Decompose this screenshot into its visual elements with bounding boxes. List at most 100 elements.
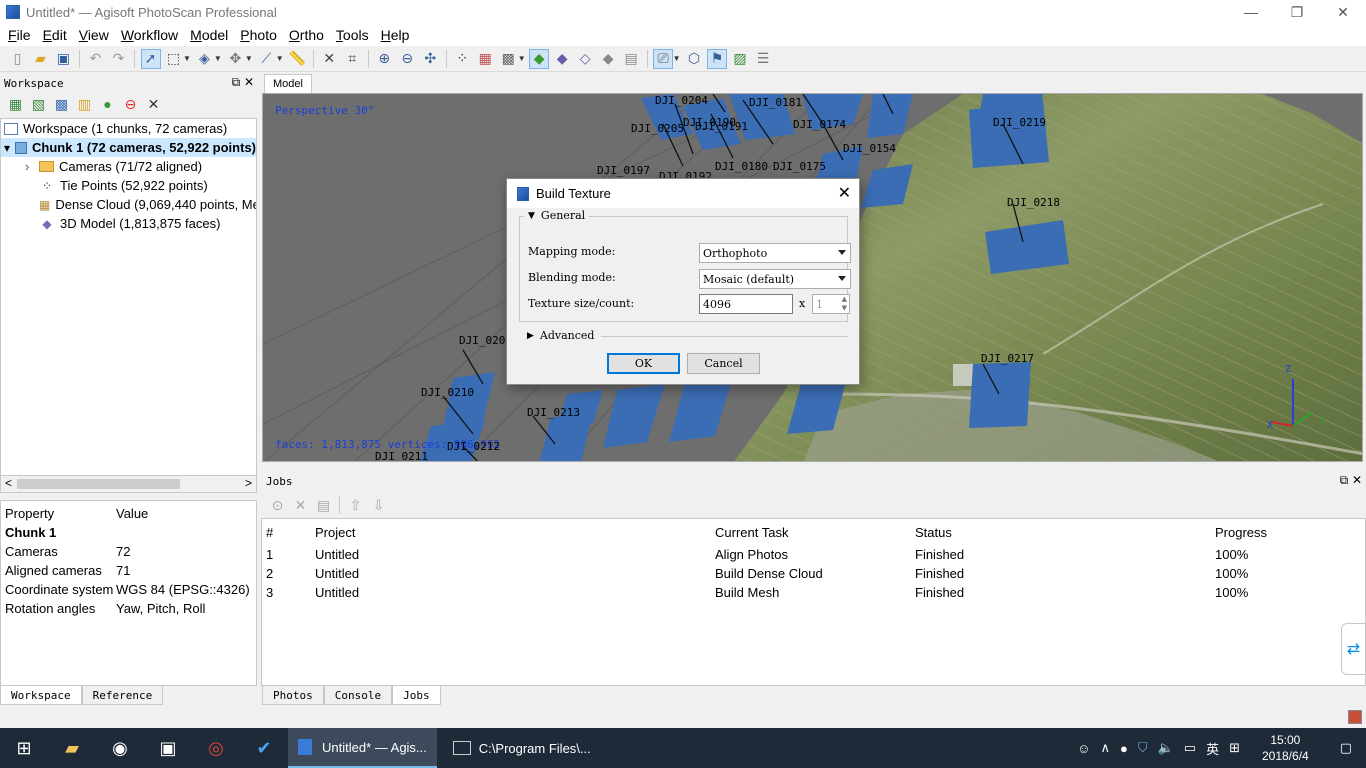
show-region-icon[interactable]: ⬡ (684, 49, 704, 69)
tab-workspace[interactable]: Workspace (0, 686, 82, 705)
undo-icon[interactable]: ↶ (86, 49, 106, 69)
scroll-right-arrow[interactable]: > (245, 476, 252, 490)
camera-label[interactable]: DJI_0209 (459, 334, 512, 347)
column-header[interactable]: Progress (1215, 525, 1267, 540)
menu-help[interactable]: Help (375, 27, 416, 43)
advanced-section-toggle[interactable]: ▶ Advanced (519, 329, 848, 343)
dense-cloud-view-icon[interactable]: ▦ (475, 49, 495, 69)
stepper-arrows-icon[interactable]: ▲ ▼ (842, 295, 847, 313)
delete-selection-icon[interactable]: ✕ (319, 49, 339, 69)
redo-icon[interactable]: ↷ (109, 49, 129, 69)
camera-label[interactable]: DJI_0213 (527, 406, 580, 419)
camera-label[interactable]: DJI_0218 (1007, 196, 1060, 209)
move-down-icon[interactable]: ⇩ (369, 495, 389, 515)
scrollbar-thumb[interactable] (17, 479, 180, 489)
zoom-in-icon[interactable]: ⊕ (374, 49, 394, 69)
table-row[interactable]: 3 Untitled Build Mesh Finished 100% (262, 583, 1365, 602)
show-markers-icon[interactable]: ⚑ (707, 48, 728, 69)
zoom-out-icon[interactable]: ⊖ (397, 49, 417, 69)
job-settings-icon[interactable]: ▤ (314, 495, 334, 515)
tree-item-3d-model[interactable]: ◆ 3D Model (1,813,875 faces) (1, 214, 256, 233)
camera-label[interactable]: DJI_0205 (631, 122, 684, 135)
menu-file[interactable]: File (2, 27, 37, 43)
workspace-horizontal-scrollbar[interactable]: < > (0, 476, 257, 493)
blending-mode-select[interactable]: Mosaic (default) (699, 269, 851, 289)
ok-button[interactable]: OK (607, 353, 680, 374)
camera-label[interactable]: DJI_0191 (695, 120, 748, 133)
tab-console[interactable]: Console (323, 686, 393, 705)
close-button[interactable]: ✕ (1320, 0, 1366, 24)
tab-photos[interactable]: Photos (262, 686, 324, 705)
teamviewer-side-icon[interactable]: ⇄ (1341, 623, 1365, 675)
camera-label[interactable]: DJI_0217 (981, 352, 1034, 365)
column-header[interactable]: # (266, 525, 273, 540)
column-header[interactable]: Current Task (715, 525, 788, 540)
dense-cloud-classes-icon[interactable]: ▩ (498, 49, 518, 69)
menu-model[interactable]: Model (184, 27, 234, 43)
texture-count-stepper[interactable]: 1 ▲ ▼ (812, 294, 850, 314)
camera-app-icon[interactable]: ◉ (96, 728, 144, 768)
menu-ortho[interactable]: Ortho (283, 27, 330, 43)
ime-icon[interactable]: ⊞ (1224, 740, 1245, 756)
show-cameras-icon[interactable]: ⎚ (653, 48, 674, 69)
scroll-left-arrow[interactable]: < (5, 476, 12, 490)
rectangle-selection-icon[interactable]: ⬚ (164, 49, 184, 69)
network-icon[interactable]: ▭ (1179, 740, 1201, 756)
input-language[interactable]: 英 (1201, 739, 1224, 758)
save-icon[interactable]: ▣ (54, 49, 74, 69)
tab-reference[interactable]: Reference (81, 686, 164, 705)
camera-label[interactable]: DJI_0219 (993, 116, 1046, 129)
move-object-icon[interactable]: ✥ (225, 49, 245, 69)
tree-item-cameras[interactable]: › Cameras (71/72 aligned) (1, 157, 256, 176)
chevron-down-icon[interactable]: ▾ (4, 141, 15, 155)
add-chunk-icon[interactable]: ▦ (6, 94, 26, 114)
tree-item-dense-cloud[interactable]: ▦ Dense Cloud (9,069,440 points, Medium … (1, 195, 256, 214)
table-row[interactable]: 1 Untitled Align Photos Finished 100% (262, 545, 1365, 564)
draw-polyline-icon[interactable]: ⟋ (256, 49, 276, 69)
add-photos-icon[interactable]: ▧ (29, 94, 49, 114)
model-view-icon[interactable]: ◈ (194, 49, 214, 69)
chrome-icon[interactable]: ◎ (192, 728, 240, 768)
camera-label[interactable]: DJI_0211 (375, 450, 428, 461)
taskbar-program-files[interactable]: C:\Program Files\... (443, 728, 601, 768)
remove-icon[interactable]: ✕ (144, 94, 164, 114)
qq-icon[interactable]: ● (1115, 741, 1133, 756)
camera-label[interactable]: DJI_0175 (773, 160, 826, 173)
cancel-button[interactable]: Cancel (687, 353, 760, 374)
new-file-icon[interactable]: ▯ (8, 49, 28, 69)
taskbar-photoscan[interactable]: Untitled* — Agis... (288, 728, 437, 768)
mapping-mode-select[interactable]: Orthophoto (699, 243, 851, 263)
open-folder-icon[interactable]: ▰ (31, 49, 51, 69)
camera-label[interactable]: DJI_0154 (843, 142, 896, 155)
property-row[interactable]: Aligned cameras 71 (1, 561, 256, 580)
panel-float-close-icon[interactable]: ⧉ ✕ (1340, 473, 1362, 488)
move-up-icon[interactable]: ⇧ (346, 495, 366, 515)
menu-photo[interactable]: Photo (234, 27, 283, 43)
model-textured-icon[interactable]: ◆ (598, 49, 618, 69)
camera-label[interactable]: DJI_0204 (655, 94, 708, 107)
shield-icon[interactable]: ⛉ (1133, 740, 1153, 756)
volume-icon[interactable]: 🔈 (1153, 740, 1179, 756)
clock[interactable]: 15:00 2018/6/4 (1245, 732, 1326, 764)
model-solid-icon[interactable]: ◆ (552, 49, 572, 69)
menu-workflow[interactable]: Workflow (115, 27, 184, 43)
reset-view-icon[interactable]: ✣ (420, 49, 440, 69)
tab-model[interactable]: Model (264, 74, 312, 93)
crop-selection-icon[interactable]: ⌗ (342, 49, 362, 69)
column-header[interactable]: Status (915, 525, 952, 540)
add-marker-icon[interactable]: ▥ (75, 94, 95, 114)
file-explorer-icon[interactable]: ▰ (48, 728, 96, 768)
windows-start-icon[interactable]: ⊞ (0, 728, 48, 768)
property-row[interactable]: Coordinate system WGS 84 (EPSG::4326) (1, 580, 256, 599)
maximize-button[interactable]: ❐ (1274, 0, 1320, 24)
ruler-icon[interactable]: 📏 (287, 49, 307, 69)
tie-points-view-icon[interactable]: ⁘ (452, 49, 472, 69)
remove-job-icon[interactable]: ✕ (291, 495, 311, 515)
camera-label[interactable]: DJI_0197 (597, 164, 650, 177)
media-app-icon[interactable]: ▣ (144, 728, 192, 768)
resize-grip-icon[interactable] (1348, 710, 1362, 724)
disable-icon[interactable]: ⊖ (121, 94, 141, 114)
camera-label[interactable]: DJI_0210 (421, 386, 474, 399)
chevron-right-icon[interactable]: › (25, 159, 39, 174)
stop-job-icon[interactable]: ⊙ (268, 495, 288, 515)
